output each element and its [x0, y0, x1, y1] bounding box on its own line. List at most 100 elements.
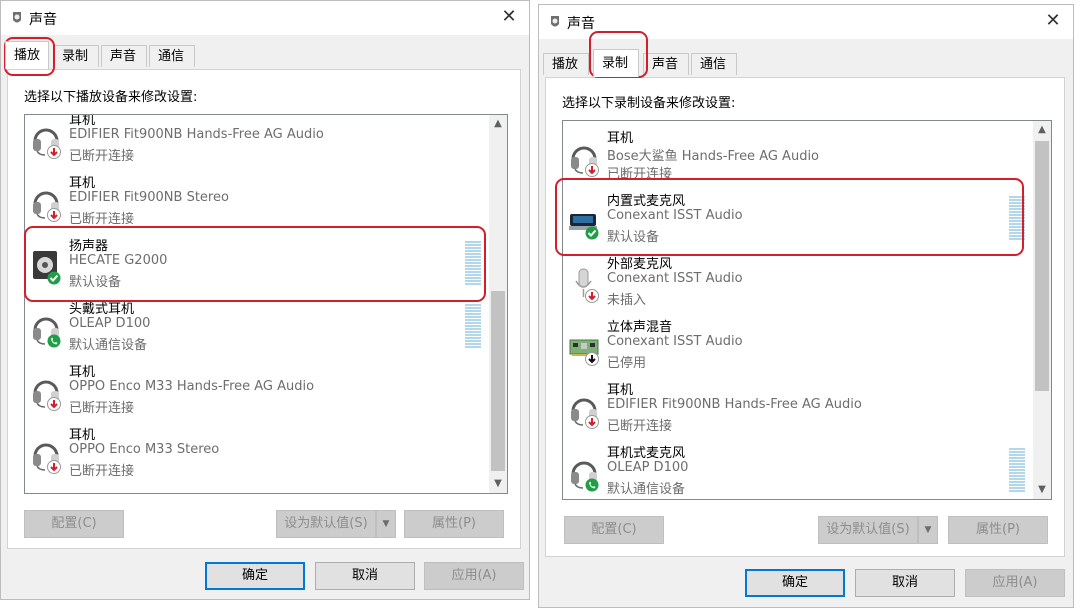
tab-sounds[interactable]: 声音	[101, 45, 147, 67]
scrollbar-thumb[interactable]	[491, 291, 505, 471]
device-name: 外部麦克风	[607, 257, 673, 272]
device-driver: OLEAP D100	[607, 460, 689, 475]
device-status: 未插入	[607, 293, 647, 308]
tab-panel: 选择以下播放设备来修改设置: 耳机 EDIFIER Fit900NB Hands…	[7, 69, 521, 549]
chevron-down-icon[interactable]: ▼	[918, 516, 938, 544]
device-driver: Conexant ISST Audio	[607, 334, 743, 349]
device-status: 默认通信设备	[69, 338, 148, 353]
set-default-button[interactable]: 设为默认值(S)	[276, 510, 376, 538]
scrollbar-thumb[interactable]	[1035, 141, 1049, 391]
device-driver: OPPO Enco M33 Hands-Free AG Audio	[69, 379, 315, 394]
window-title: 声音	[567, 16, 595, 32]
list-item[interactable]: 扬声器 HECATE G2000 默认设备	[25, 235, 489, 298]
default-check-icon	[47, 271, 61, 285]
set-default-button[interactable]: 设为默认值(S)	[818, 516, 918, 544]
device-name: 内置式麦克风	[607, 194, 686, 209]
tab-communications[interactable]: 通信	[691, 53, 737, 75]
device-driver: Bose大鲨鱼 Hands-Free AG Audio	[607, 149, 820, 164]
cancel-button[interactable]: 取消	[855, 569, 955, 597]
close-icon[interactable]: ✕	[499, 7, 519, 27]
disconnected-badge-icon	[47, 460, 61, 474]
disconnected-badge-icon	[47, 397, 61, 411]
device-name: 耳机	[69, 428, 96, 443]
chevron-down-icon[interactable]: ▼	[376, 510, 396, 538]
tab-communications[interactable]: 通信	[149, 45, 195, 67]
list-item[interactable]: 立体声混音 Conexant ISST Audio 已停用	[563, 316, 1033, 379]
communication-phone-icon	[47, 334, 61, 348]
window-title: 声音	[29, 12, 57, 28]
device-name: 立体声混音	[607, 320, 673, 335]
tab-recording[interactable]: 录制	[53, 45, 99, 67]
device-driver: EDIFIER Fit900NB Hands-Free AG Audio	[607, 397, 862, 412]
communication-phone-icon	[585, 478, 599, 492]
list-item[interactable]: 外部麦克风 Conexant ISST Audio 未插入	[563, 253, 1033, 316]
disconnected-badge-icon	[585, 163, 599, 177]
device-name: 耳机式麦克风	[607, 446, 686, 461]
sound-app-icon	[549, 15, 561, 29]
tab-sounds[interactable]: 声音	[643, 53, 689, 75]
device-name: 耳机	[69, 114, 96, 128]
tab-playback[interactable]: 播放	[5, 41, 49, 69]
tab-recording[interactable]: 录制	[593, 49, 639, 77]
properties-button[interactable]: 属性(P)	[948, 516, 1048, 544]
chevron-up-icon[interactable]: ▲	[1033, 121, 1051, 139]
apply-button[interactable]: 应用(A)	[965, 569, 1065, 597]
list-item[interactable]: 耳机 EDIFIER Fit900NB Hands-Free AG Audio …	[563, 379, 1033, 442]
chevron-up-icon[interactable]: ▲	[489, 115, 507, 133]
disabled-badge-icon	[585, 352, 599, 366]
chevron-down-icon[interactable]: ▼	[489, 475, 507, 493]
device-status: 默认设备	[607, 230, 660, 245]
device-name: 扬声器	[69, 239, 109, 254]
disconnected-badge-icon	[585, 415, 599, 429]
apply-button[interactable]: 应用(A)	[424, 562, 524, 590]
device-driver: Conexant ISST Audio	[607, 208, 743, 223]
device-driver: OLEAP D100	[69, 316, 151, 331]
ok-button[interactable]: 确定	[745, 569, 845, 597]
list-item[interactable]: 耳机 Bose大鲨鱼 Hands-Free AG Audio 已断开连接	[563, 127, 1033, 190]
device-status: 已断开连接	[607, 167, 673, 182]
device-status: 已断开连接	[69, 464, 135, 479]
device-status: 已断开连接	[69, 212, 135, 227]
level-meter	[1009, 448, 1025, 492]
device-name: 耳机	[607, 383, 634, 398]
configure-button[interactable]: 配置(C)	[564, 516, 664, 544]
device-driver: Conexant ISST Audio	[607, 271, 743, 286]
device-driver: HECATE G2000	[69, 253, 168, 268]
device-status: 已断开连接	[69, 401, 135, 416]
list-item[interactable]: 耳机 EDIFIER Fit900NB Stereo 已断开连接	[25, 172, 489, 235]
device-name: 耳机	[607, 131, 634, 146]
list-item[interactable]: 耳机 OPPO Enco M33 Hands-Free AG Audio 已断开…	[25, 361, 489, 424]
vertical-scrollbar[interactable]: ▲ ▼	[1033, 121, 1051, 499]
device-status: 默认通信设备	[607, 482, 686, 497]
ok-button[interactable]: 确定	[205, 562, 305, 590]
device-list[interactable]: 耳机 Bose大鲨鱼 Hands-Free AG Audio 已断开连接 内置式…	[562, 120, 1052, 500]
level-meter	[1009, 196, 1025, 240]
chevron-down-icon[interactable]: ▼	[1033, 481, 1051, 499]
list-item[interactable]: 耳机式麦克风 OLEAP D100 默认通信设备	[563, 442, 1033, 499]
device-name: 耳机	[69, 176, 96, 191]
tab-playback[interactable]: 播放	[543, 53, 589, 75]
instruction-text: 选择以下播放设备来修改设置:	[24, 90, 198, 105]
cancel-button[interactable]: 取消	[315, 562, 415, 590]
configure-button[interactable]: 配置(C)	[24, 510, 124, 538]
properties-button[interactable]: 属性(P)	[404, 510, 504, 538]
device-driver: EDIFIER Fit900NB Hands-Free AG Audio	[69, 127, 324, 142]
device-status: 已断开连接	[69, 149, 135, 164]
list-item[interactable]: 内置式麦克风 Conexant ISST Audio 默认设备	[563, 190, 1033, 253]
disconnected-badge-icon	[47, 145, 61, 159]
list-item[interactable]: 头戴式耳机 OLEAP D100 默认通信设备	[25, 298, 489, 361]
device-status: 已停用	[607, 356, 647, 371]
sound-dialog-recording: 声音 ✕ 播放 录制 声音 通信 选择以下录制设备来修改设置: 耳机 Bose大…	[538, 4, 1074, 608]
default-check-icon	[585, 226, 599, 240]
sound-app-icon	[11, 11, 23, 25]
vertical-scrollbar[interactable]: ▲ ▼	[489, 115, 507, 493]
device-status: 默认设备	[69, 275, 122, 290]
title-bar: 声音 ✕	[1, 1, 529, 35]
device-name: 耳机	[69, 365, 96, 380]
list-item[interactable]: 耳机 EDIFIER Fit900NB Hands-Free AG Audio …	[25, 114, 489, 172]
instruction-text: 选择以下录制设备来修改设置:	[562, 96, 736, 111]
list-item[interactable]: 耳机 OPPO Enco M33 Stereo 已断开连接	[25, 424, 489, 487]
title-bar: 声音 ✕	[539, 5, 1073, 39]
device-list[interactable]: 耳机 EDIFIER Fit900NB Hands-Free AG Audio …	[24, 114, 508, 494]
close-icon[interactable]: ✕	[1043, 11, 1063, 31]
